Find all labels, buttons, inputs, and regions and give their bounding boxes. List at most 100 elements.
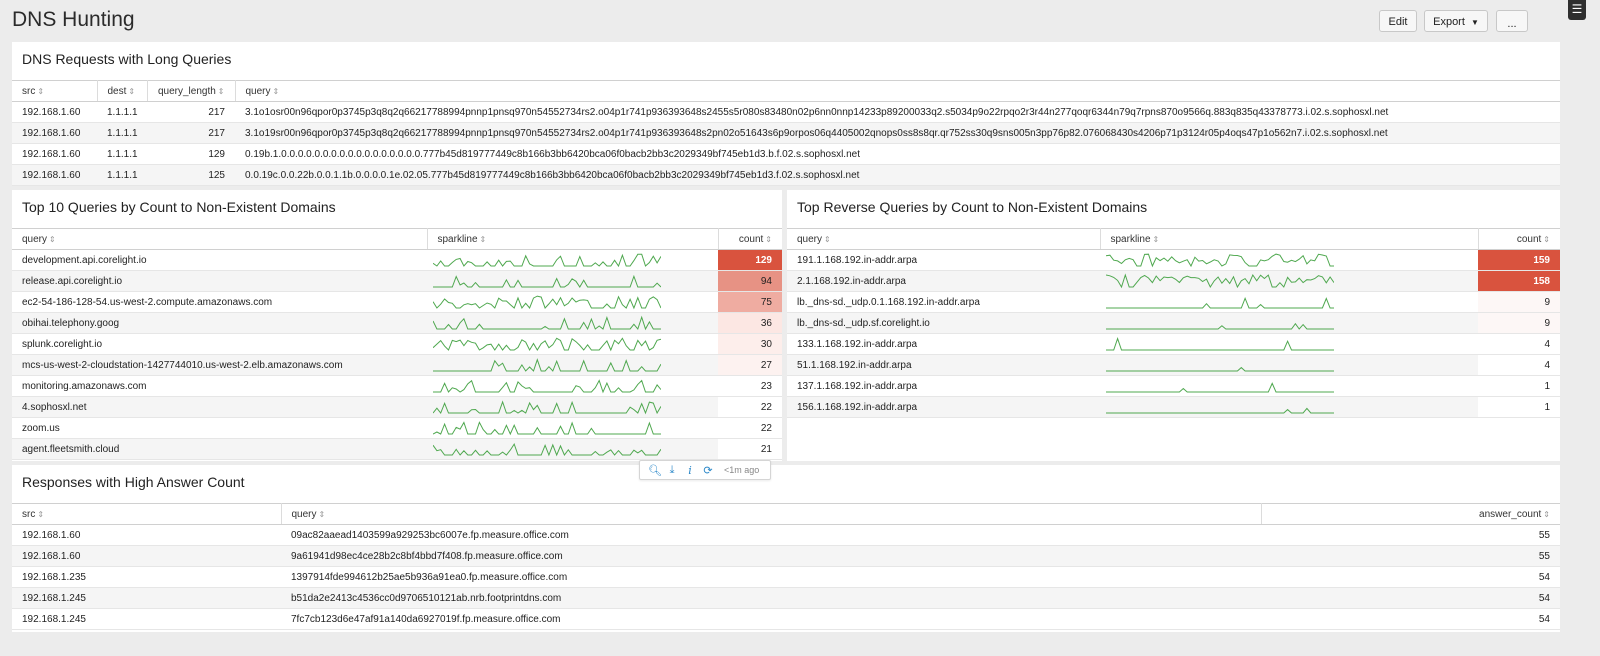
answer-count-cell: 54 — [1261, 566, 1560, 588]
query-cell: splunk.corelight.io — [12, 333, 427, 355]
table-row[interactable]: lb._dns-sd._udp.0.1.168.192.in-addr.arpa… — [787, 291, 1560, 313]
sparkline-chart — [433, 379, 661, 394]
table-row[interactable]: 192.168.1.60 1.1.1.1 217 3.1o1osr00n96qpor0… — [12, 101, 1560, 123]
table-row[interactable]: 2.1.168.192.in-addr.arpa 158 — [787, 270, 1560, 292]
query-cell: 0.19b.1.0.0.0.0.0.0.0.0.0.0.0.0.0.0.0.0.… — [235, 143, 1560, 165]
query-cell: lb._dns-sd._udp.sf.corelight.io — [787, 312, 1100, 334]
column-header-count[interactable]: count ⇕ — [718, 228, 782, 250]
sparkline-path — [433, 358, 661, 372]
table-row[interactable]: ec2-54-186-128-54.us-west-2.compute.amaz… — [12, 291, 782, 313]
export-button[interactable]: Export ▼ — [1424, 10, 1488, 32]
info-icon[interactable]: i — [684, 464, 696, 477]
sparkline-chart — [1106, 296, 1334, 309]
count-cell: 30 — [718, 333, 782, 355]
src-cell: 192.168.1.235 — [12, 566, 281, 588]
sparkline-cell — [1100, 249, 1478, 271]
column-header-src[interactable]: src ⇕ — [12, 503, 282, 525]
table-row[interactable]: 192.168.1.60 1.1.1.1 125 0.0.19c.0.0.22b.0.… — [12, 164, 1560, 186]
sparkline-path — [433, 400, 661, 415]
sparkline-chart — [1106, 273, 1334, 289]
edit-button[interactable]: Edit — [1379, 10, 1417, 32]
table-row[interactable]: 192.168.1.245 7fc7cb123d6e47af91a140da692… — [12, 608, 1560, 630]
table-row[interactable]: 192.168.1.60 9a61941d98ec4ce28b2c8bf4bbd7… — [12, 545, 1560, 567]
query-cell: 133.1.168.192.in-addr.arpa — [787, 333, 1100, 355]
top-queries-table: query ⇕ sparkline ⇕ count ⇕ development.api… — [12, 228, 782, 460]
column-header-query[interactable]: query ⇕ — [235, 80, 1560, 102]
table-row[interactable]: 192.168.1.235 1397914fde994612b25ae5b936a… — [12, 566, 1560, 588]
search-icon[interactable]: 🔍︎ — [648, 464, 662, 477]
refresh-icon[interactable]: ⟳ — [702, 464, 714, 477]
column-header-dest[interactable]: dest ⇕ — [97, 80, 148, 102]
column-header-sparkline[interactable]: sparkline ⇕ — [427, 228, 719, 250]
table-row[interactable]: 192.168.1.60 09ac82aaead1403599a929253bc6… — [12, 524, 1560, 546]
count-cell: 23 — [718, 375, 782, 397]
query-cell: obihai.telephony.goog — [12, 312, 427, 334]
sparkline-chart — [1106, 407, 1334, 414]
table-row[interactable]: zoom.us 22 — [12, 417, 782, 439]
sparkline-path — [433, 442, 661, 457]
sparkline-path — [433, 253, 661, 268]
count-cell: 9 — [1478, 291, 1560, 313]
column-header-query[interactable]: query ⇕ — [281, 503, 1262, 525]
count-cell: 158 — [1478, 270, 1560, 292]
sparkline-cell — [427, 417, 718, 439]
sparkline-cell — [1100, 291, 1478, 313]
high-answer-table: src ⇕ query ⇕ answer_count ⇕ 192.168.1.60 09… — [12, 503, 1560, 630]
count-cell: 159 — [1478, 249, 1560, 271]
sparkline-path — [1106, 366, 1334, 372]
src-cell: 192.168.1.60 — [12, 143, 97, 165]
table-row[interactable]: splunk.corelight.io 30 — [12, 333, 782, 355]
answer-count-cell: 55 — [1261, 524, 1560, 546]
column-header-query[interactable]: query ⇕ — [787, 228, 1101, 250]
table-row[interactable]: 4.sophosxl.net 22 — [12, 396, 782, 418]
sparkline-cell — [1100, 354, 1478, 376]
column-header-sparkline[interactable]: sparkline ⇕ — [1100, 228, 1479, 250]
table-row[interactable]: 51.1.168.192.in-addr.arpa 4 — [787, 354, 1560, 376]
reverse-queries-table: query ⇕ sparkline ⇕ count ⇕ 191.1.168.192.i… — [787, 228, 1560, 418]
src-cell: 192.168.1.60 — [12, 101, 97, 123]
count-cell: 1 — [1478, 375, 1560, 397]
count-cell: 36 — [718, 312, 782, 334]
column-header-query-length[interactable]: query_length ⇕ — [147, 80, 236, 102]
query-cell: 137.1.168.192.in-addr.arpa — [787, 375, 1100, 397]
column-header-src[interactable]: src ⇕ — [12, 80, 98, 102]
sparkline-path — [1106, 322, 1334, 330]
count-cell: 1 — [1478, 396, 1560, 418]
table-row[interactable]: development.api.corelight.io 129 — [12, 249, 782, 271]
column-header-query[interactable]: query ⇕ — [12, 228, 428, 250]
query-cell: 7fc7cb123d6e47af91a140da6927019f.fp.meas… — [281, 608, 1261, 630]
panel-top-queries-nxdomain: Top 10 Queries by Count to Non-Existent … — [12, 190, 782, 461]
query-cell: monitoring.amazonaws.com — [12, 375, 427, 397]
table-row[interactable]: obihai.telephony.goog 36 — [12, 312, 782, 334]
table-row[interactable]: 192.168.1.60 1.1.1.1 129 0.19b.1.0.0.0.0.0.… — [12, 143, 1560, 165]
more-actions-button[interactable]: ... — [1496, 10, 1528, 32]
table-row[interactable]: mcs-us-west-2-cloudstation-1427744010.us… — [12, 354, 782, 376]
table-row[interactable]: 192.168.1.60 1.1.1.1 217 3.1o19sr00n96qpor0… — [12, 122, 1560, 144]
query-cell: development.api.corelight.io — [12, 249, 427, 271]
panel-title: Top 10 Queries by Count to Non-Existent … — [22, 199, 336, 215]
table-row[interactable]: lb._dns-sd._udp.sf.corelight.io 9 — [787, 312, 1560, 334]
table-row[interactable]: release.api.corelight.io 94 — [12, 270, 782, 292]
table-row[interactable]: monitoring.amazonaws.com 23 — [12, 375, 782, 397]
sparkline-chart — [433, 358, 661, 372]
column-header-answer-count[interactable]: answer_count ⇕ — [1261, 503, 1560, 525]
sparkline-path — [433, 379, 661, 394]
count-cell: 22 — [718, 396, 782, 418]
hamburger-menu-icon[interactable]: ☰ — [1568, 0, 1586, 20]
src-cell: 192.168.1.60 — [12, 545, 281, 567]
table-row[interactable]: agent.fleetsmith.cloud 21 — [12, 438, 782, 460]
dest-cell: 1.1.1.1 — [97, 101, 147, 123]
query-cell: 9a61941d98ec4ce28b2c8bf4bbd7f408.fp.meas… — [281, 545, 1261, 567]
src-cell: 192.168.1.60 — [12, 122, 97, 144]
column-header-count[interactable]: count ⇕ — [1478, 228, 1560, 250]
panel-title: Responses with High Answer Count — [22, 474, 245, 490]
dest-cell: 1.1.1.1 — [97, 143, 147, 165]
table-row[interactable]: 192.168.1.245 b51da2e2413c4536cc0d9706510… — [12, 587, 1560, 609]
table-row[interactable]: 137.1.168.192.in-addr.arpa 1 — [787, 375, 1560, 397]
table-row[interactable]: 156.1.168.192.in-addr.arpa 1 — [787, 396, 1560, 418]
table-row[interactable]: 191.1.168.192.in-addr.arpa 159 — [787, 249, 1560, 271]
table-row[interactable]: 133.1.168.192.in-addr.arpa 4 — [787, 333, 1560, 355]
sparkline-cell — [1100, 312, 1478, 334]
last-refreshed-label: <1m ago — [724, 465, 760, 475]
download-icon[interactable]: ⤓ — [666, 464, 678, 477]
